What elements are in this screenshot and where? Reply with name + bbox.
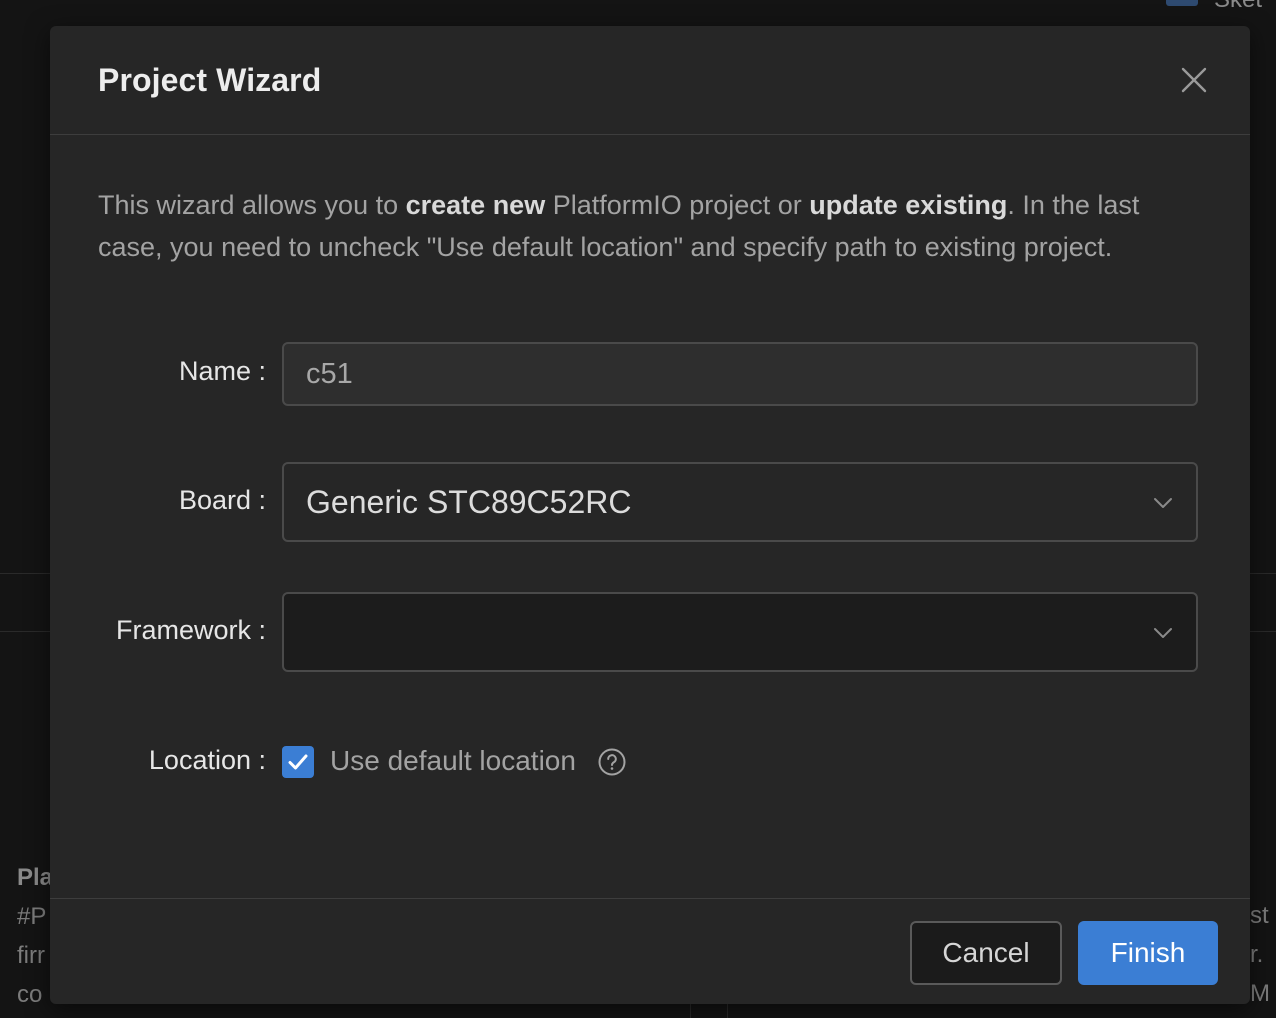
chevron-down-icon — [1154, 628, 1172, 638]
project-name-input[interactable] — [282, 342, 1198, 406]
background-panel-text: r. M — [1250, 941, 1270, 1007]
location-label: Location : — [148, 745, 266, 775]
checkmark-icon — [288, 754, 308, 770]
background-panel-text: #P — [17, 903, 47, 930]
framework-label: Framework : — [115, 615, 266, 645]
use-default-location-checkbox[interactable] — [282, 746, 314, 778]
board-select[interactable]: Generic STC89C52RC — [282, 462, 1198, 542]
intro-emphasis: update existing — [809, 190, 1008, 220]
background-panel-text: firr — [17, 942, 45, 969]
background-panel-title: Pla — [17, 864, 50, 891]
background-divider — [690, 1004, 691, 1018]
background-divider — [727, 1004, 728, 1018]
background-top-text: Sket — [1214, 0, 1262, 14]
name-label: Name : — [178, 356, 266, 386]
dialog-title: Project Wizard — [98, 62, 322, 98]
use-default-location-label[interactable]: Use default location — [330, 745, 576, 777]
background-left-panel: Pla #P firr co — [17, 858, 50, 1018]
cancel-button[interactable]: Cancel — [910, 921, 1062, 985]
board-label: Board : — [178, 485, 266, 515]
board-selected-value: Generic STC89C52RC — [306, 484, 632, 520]
finish-button[interactable]: Finish — [1078, 921, 1218, 985]
close-button[interactable] — [1180, 66, 1208, 94]
framework-select[interactable] — [282, 592, 1198, 672]
intro-text-part: PlatformIO project or — [545, 190, 810, 220]
background-right-panel: st r. M — [1250, 896, 1276, 1018]
dialog-header: Project Wizard — [50, 26, 1250, 135]
dialog-footer: Cancel Finish — [50, 898, 1250, 1004]
background-panel-text: st — [1250, 902, 1269, 929]
close-icon — [1181, 67, 1207, 93]
intro-text: This wizard allows you to create new Pla… — [98, 184, 1178, 268]
help-icon[interactable] — [597, 747, 627, 777]
intro-emphasis: create new — [405, 190, 546, 220]
background-panel-text: co — [17, 981, 43, 1008]
project-wizard-dialog: Project Wizard This wizard allows you to… — [50, 26, 1250, 1004]
background-chip — [1166, 0, 1198, 6]
chevron-down-icon — [1154, 498, 1172, 508]
intro-text-part: This wizard allows you to — [98, 190, 406, 220]
